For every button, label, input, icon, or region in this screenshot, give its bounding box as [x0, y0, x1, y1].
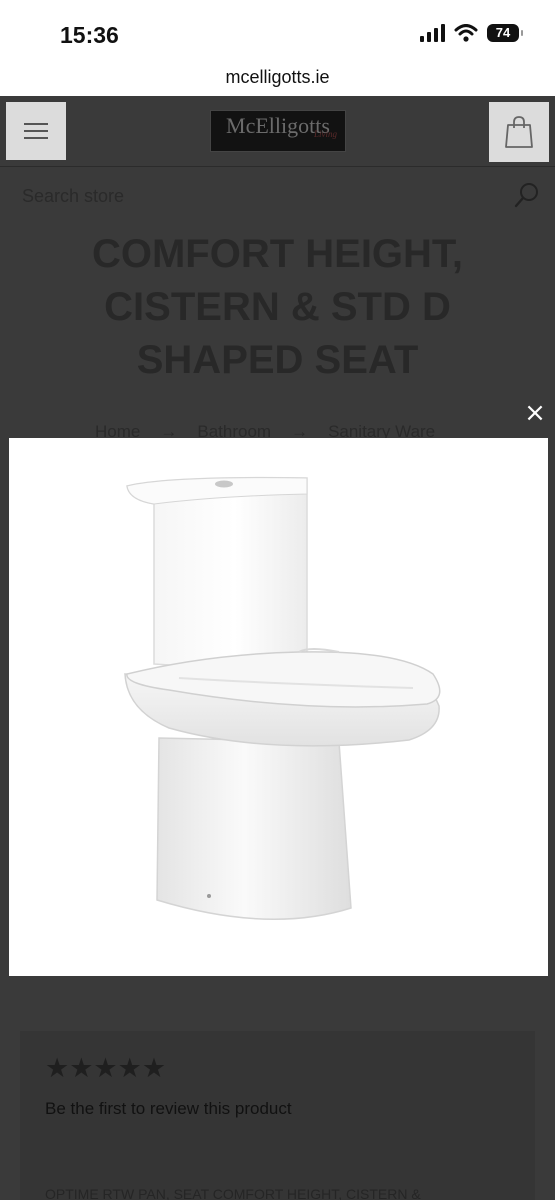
hamburger-icon-line	[24, 137, 48, 139]
address-bar[interactable]: mcelligotts.ie	[0, 60, 555, 96]
review-prompt-link[interactable]: Be the first to review this product	[45, 1099, 292, 1119]
menu-button[interactable]	[6, 102, 66, 160]
product-description: OPTIME RTW PAN, SEAT COMFORT HEIGHT, CIS…	[45, 1186, 421, 1200]
search-icon[interactable]	[512, 180, 542, 210]
battery-icon: 74	[487, 24, 523, 42]
hamburger-icon	[24, 123, 48, 125]
url-text[interactable]: mcelligotts.ie	[225, 67, 329, 87]
status-bar: 15:36 74	[0, 0, 555, 60]
image-lightbox	[9, 438, 548, 976]
search-input[interactable]: Search store	[22, 186, 124, 207]
status-time: 15:36	[60, 22, 119, 48]
shopping-bag-icon	[505, 116, 533, 148]
header-divider	[0, 166, 555, 167]
wifi-icon	[454, 24, 478, 42]
search-bar[interactable]: Search store	[22, 183, 542, 212]
status-icons: 74	[420, 24, 523, 42]
page-title: COMFORT HEIGHT, CISTERN & STD D SHAPED S…	[91, 232, 464, 382]
close-icon[interactable]: ×	[524, 400, 546, 426]
cart-button[interactable]	[489, 102, 549, 162]
rating-stars[interactable]: ★★★★★	[45, 1053, 166, 1084]
hamburger-icon-line	[24, 130, 48, 132]
reviews-section: ★★★★★ Be the first to review this produc…	[20, 1031, 535, 1200]
site-logo[interactable]: McElligotts Living	[210, 110, 346, 152]
logo-subtext: Living	[313, 129, 337, 139]
product-image	[124, 476, 441, 920]
cellular-signal-icon	[420, 24, 445, 42]
